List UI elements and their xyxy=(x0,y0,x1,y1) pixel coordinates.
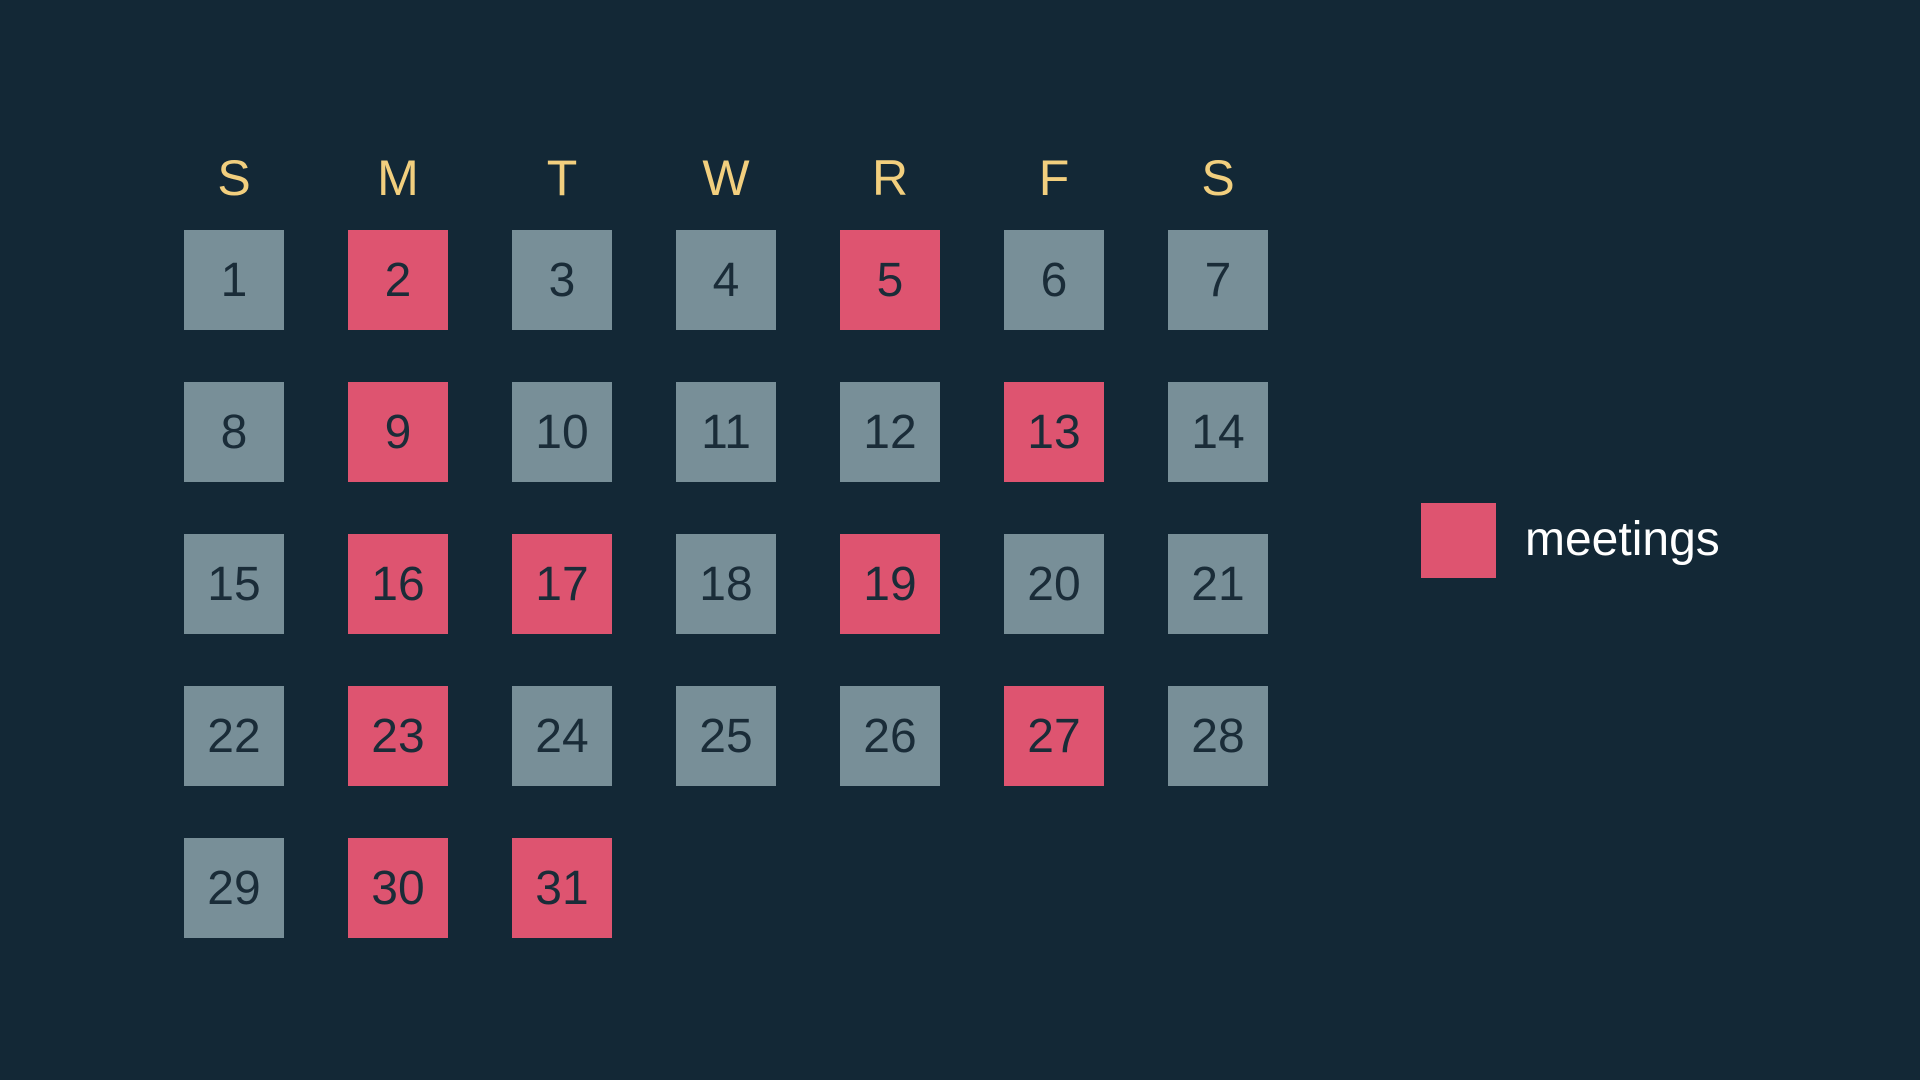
day-cell: 10 xyxy=(512,382,612,482)
day-cell: 24 xyxy=(512,686,612,786)
day-cell: 28 xyxy=(1168,686,1268,786)
day-cell-meeting: 13 xyxy=(1004,382,1104,482)
day-cell-meeting: 5 xyxy=(840,230,940,330)
weekday-header: T xyxy=(546,150,578,206)
day-cell-meeting: 9 xyxy=(348,382,448,482)
day-cell: 18 xyxy=(676,534,776,634)
weekday-header: M xyxy=(377,150,419,206)
legend-label-meetings: meetings xyxy=(1525,513,1720,566)
day-cell-meeting: 16 xyxy=(348,534,448,634)
day-cell: 21 xyxy=(1168,534,1268,634)
weekday-header: F xyxy=(1038,150,1070,206)
day-cell: 1 xyxy=(184,230,284,330)
day-cell-meeting: 2 xyxy=(348,230,448,330)
day-cell: 25 xyxy=(676,686,776,786)
day-cell-meeting: 17 xyxy=(512,534,612,634)
day-cell: 29 xyxy=(184,838,284,938)
day-cell: 20 xyxy=(1004,534,1104,634)
day-cell: 11 xyxy=(676,382,776,482)
day-cell: 3 xyxy=(512,230,612,330)
day-cell: 12 xyxy=(840,382,940,482)
day-cell: 6 xyxy=(1004,230,1104,330)
day-cell-meeting: 31 xyxy=(512,838,612,938)
weekday-header: S xyxy=(217,150,251,206)
legend-swatch-meetings xyxy=(1421,503,1496,578)
day-cell: 26 xyxy=(840,686,940,786)
weekday-header: R xyxy=(871,150,909,206)
day-cell: 4 xyxy=(676,230,776,330)
day-cell-meeting: 23 xyxy=(348,686,448,786)
day-cell: 15 xyxy=(184,534,284,634)
day-cell: 22 xyxy=(184,686,284,786)
day-cell: 7 xyxy=(1168,230,1268,330)
day-cell: 8 xyxy=(184,382,284,482)
weekday-header: W xyxy=(702,150,750,206)
day-cell-meeting: 19 xyxy=(840,534,940,634)
day-cell-meeting: 30 xyxy=(348,838,448,938)
day-cell: 14 xyxy=(1168,382,1268,482)
weekday-header: S xyxy=(1201,150,1235,206)
day-cell-meeting: 27 xyxy=(1004,686,1104,786)
